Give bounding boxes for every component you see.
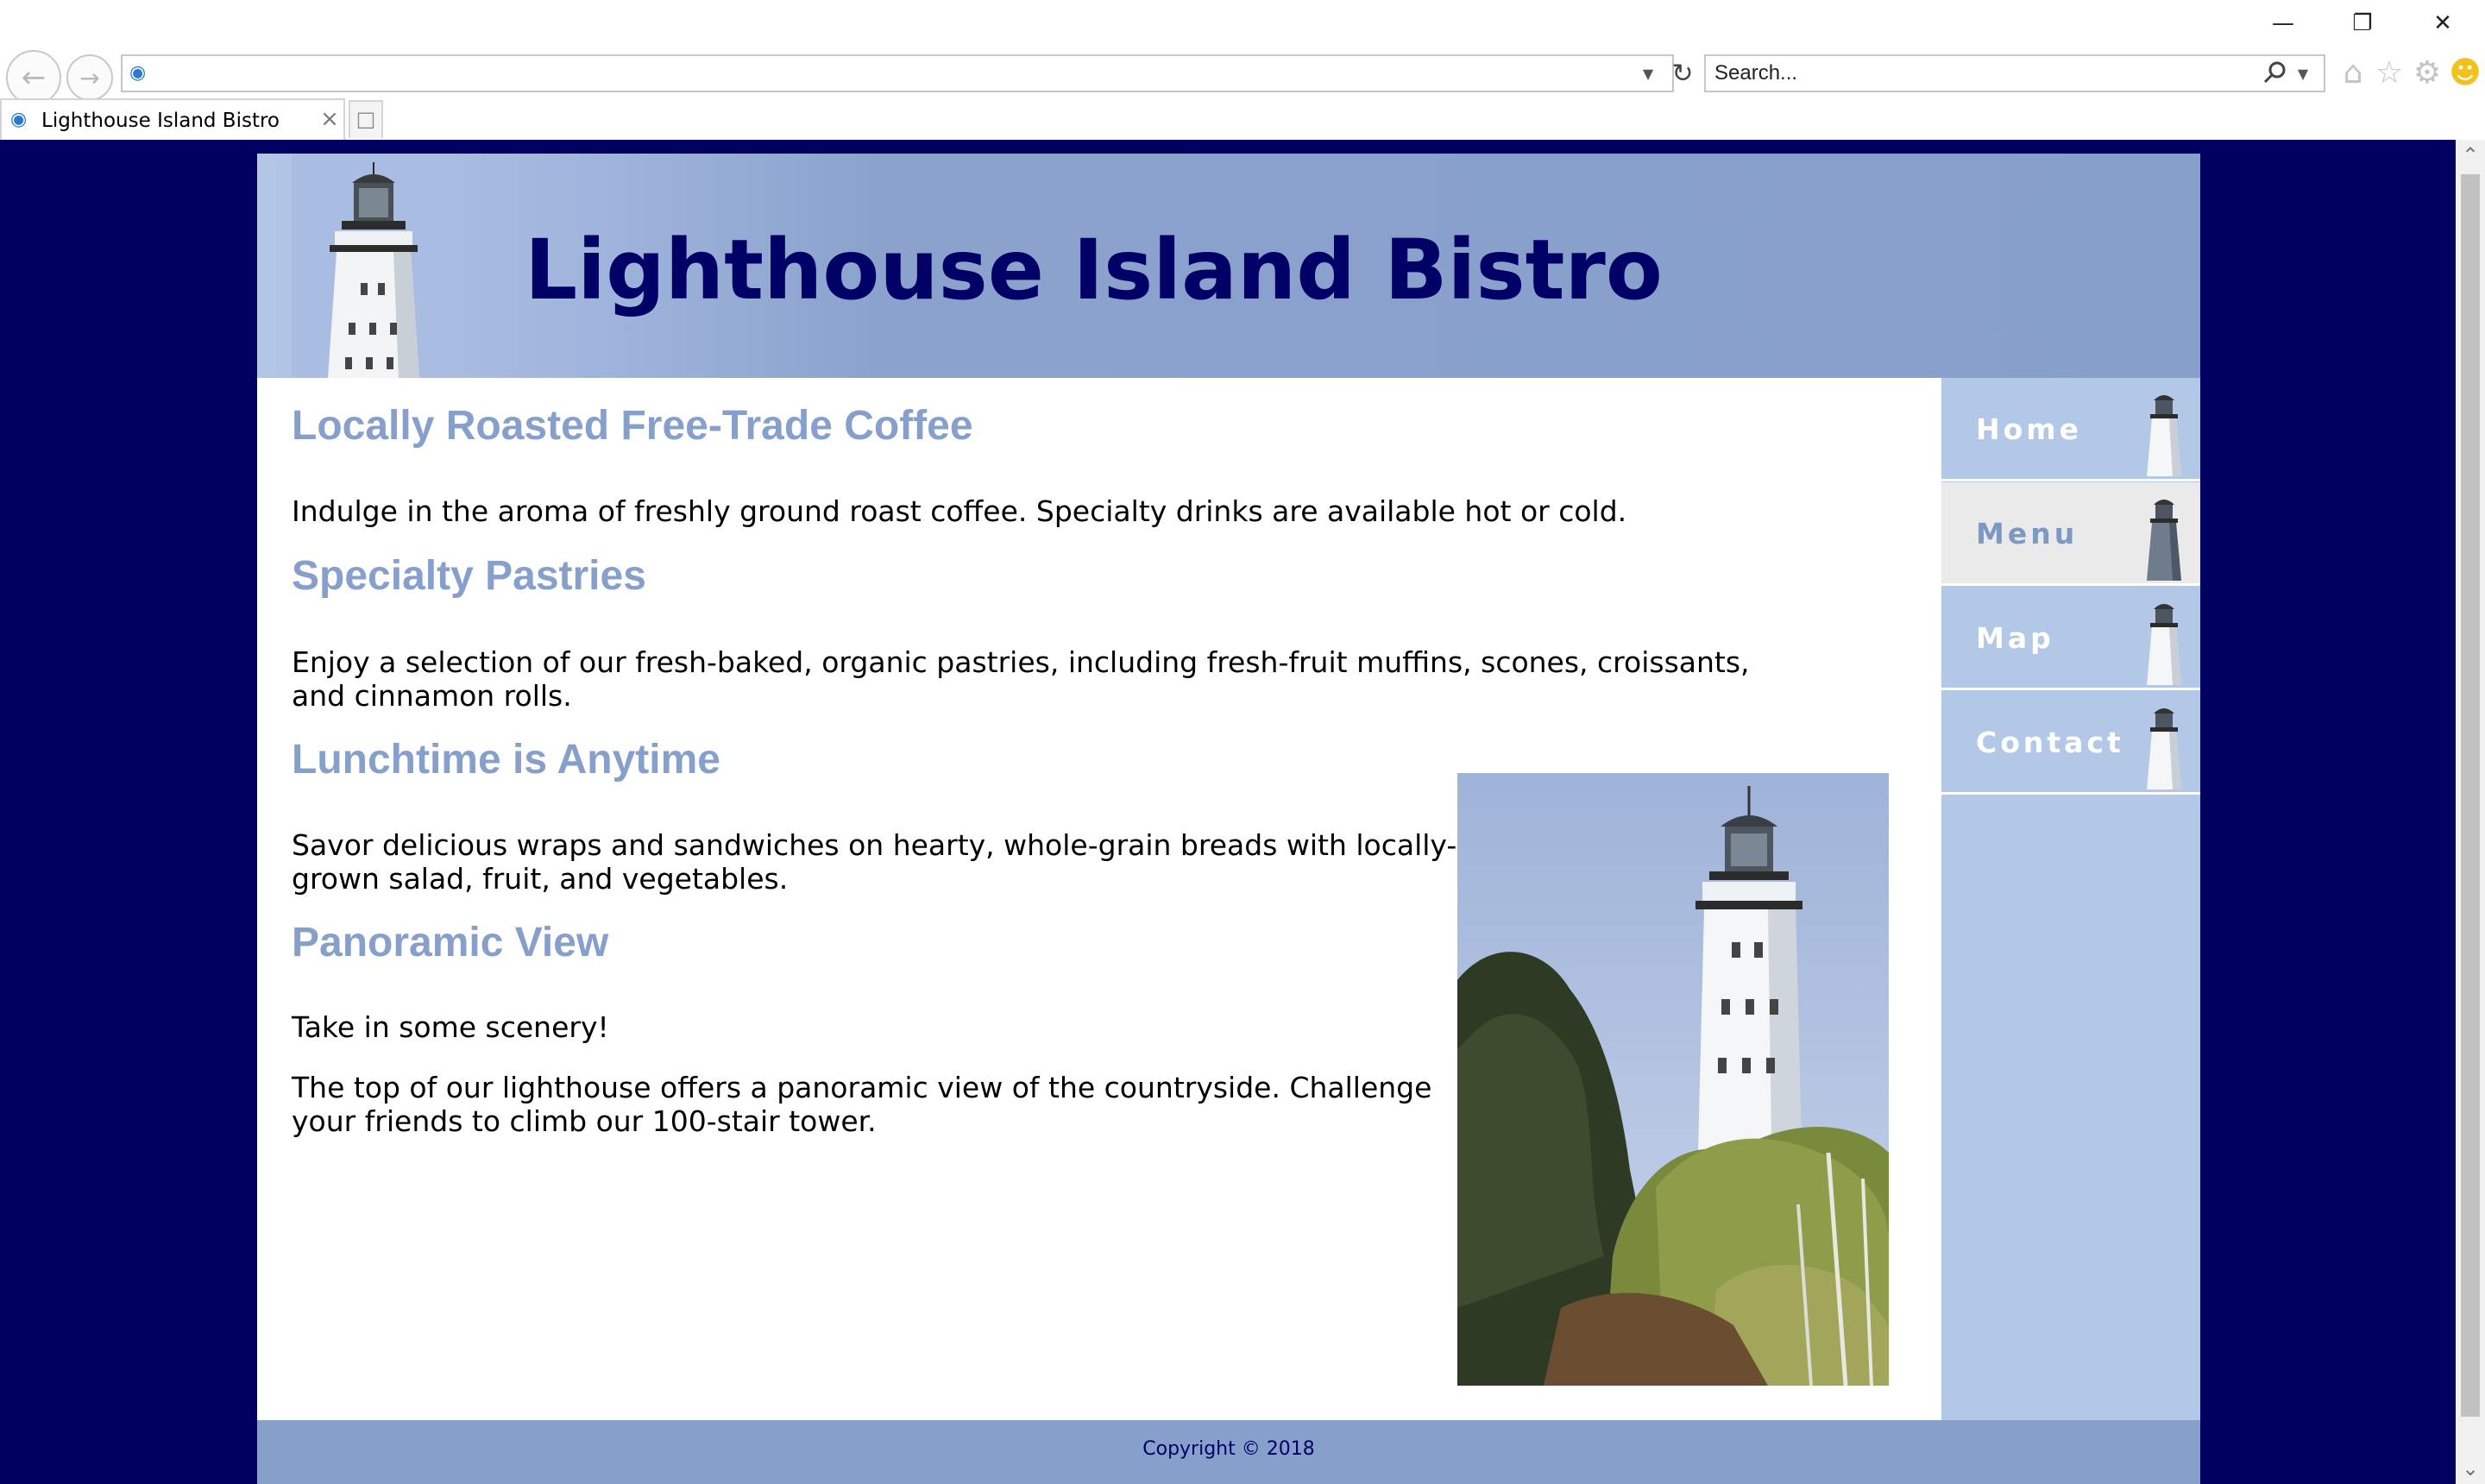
lighthouse-nav-icon — [2147, 604, 2181, 685]
ie-icon: ◉ — [129, 62, 147, 84]
favorites-icon[interactable]: ☆ — [2371, 55, 2407, 91]
lighthouse-nav-icon — [2147, 500, 2181, 581]
section-text-view-intro: Take in some scenery! — [292, 1010, 609, 1044]
page-wrapper: Lighthouse Island Bistro Locally Roasted… — [257, 154, 2200, 1484]
lighthouse-photo — [1457, 773, 1889, 1386]
sidebar-nav: Home Menu Map Contact — [1941, 378, 2200, 1420]
search-input[interactable] — [1714, 56, 2232, 91]
nav-item-label[interactable]: Contact — [1976, 724, 2124, 762]
section-heading-coffee: Locally Roasted Free-Trade Coffee — [292, 403, 973, 449]
refresh-icon[interactable]: ↻ — [1665, 57, 1700, 91]
search-box[interactable]: ▼ — [1704, 54, 2325, 92]
section-text-pastries: Enjoy a selection of our fresh-baked, or… — [292, 645, 1750, 713]
gear-icon[interactable]: ⚙ — [2409, 55, 2445, 91]
section-heading-view: Panoramic View — [292, 920, 609, 965]
copyright-text: Copyright © 2018 — [1142, 1438, 1315, 1460]
search-icon[interactable] — [2262, 60, 2288, 85]
smiley-icon[interactable]: ☻ — [2447, 55, 2483, 91]
back-button[interactable]: ← — [6, 50, 61, 105]
search-dropdown-icon[interactable]: ▼ — [2293, 64, 2313, 85]
tab-title: Lighthouse Island Bistro — [41, 110, 280, 132]
lighthouse-nav-icon — [2147, 708, 2181, 789]
home-icon[interactable]: ⌂ — [2335, 55, 2371, 91]
forward-icon: → — [79, 63, 100, 92]
ie-icon: ◉ — [10, 109, 28, 130]
vertical-scrollbar[interactable]: ⌃ ⌄ — [2456, 140, 2485, 1484]
nav-item-home[interactable]: Home — [1941, 378, 2200, 481]
minimize-button[interactable]: — — [2253, 5, 2313, 41]
address-bar[interactable]: ◉ ▼ — [121, 54, 1674, 92]
forward-button[interactable]: → — [66, 54, 113, 101]
nav-item-menu[interactable]: Menu — [1941, 482, 2200, 586]
restore-button[interactable]: ❐ — [2332, 5, 2393, 41]
page-title: Lighthouse Island Bistro — [525, 222, 1663, 318]
section-heading-lunch: Lunchtime is Anytime — [292, 737, 720, 783]
section-text-lunch: Savor delicious wraps and sandwiches on … — [292, 828, 1457, 896]
nav-item-contact[interactable]: Contact — [1941, 691, 2200, 795]
nav-item-map[interactable]: Map — [1941, 587, 2200, 690]
lighthouse-banner-image — [292, 154, 456, 378]
tab-lighthouse-island-bistro[interactable]: ◉ Lighthouse Island Bistro × — [0, 98, 345, 140]
scroll-up-icon[interactable]: ⌃ — [2456, 140, 2485, 171]
scroll-down-icon[interactable]: ⌄ — [2456, 1453, 2485, 1484]
main-content: Locally Roasted Free-Trade Coffee Indulg… — [257, 378, 1941, 1420]
scroll-thumb[interactable] — [2461, 174, 2480, 1417]
browser-chrome: — ❐ ✕ ← → ◉ ▼ ↻ ▼ ⌂ ☆ ⚙ ☻ ◉ Lighthouse I… — [0, 0, 2485, 140]
lighthouse-nav-icon — [2147, 395, 2181, 476]
close-icon[interactable]: × — [318, 107, 342, 131]
address-dropdown-icon[interactable]: ▼ — [1638, 64, 1658, 85]
new-tab-icon[interactable]: □ — [349, 100, 383, 138]
back-icon: ← — [21, 60, 47, 95]
section-heading-pastries: Specialty Pastries — [292, 553, 646, 599]
section-text-coffee: Indulge in the aroma of freshly ground r… — [292, 494, 1627, 528]
site-footer: Copyright © 2018 — [257, 1420, 2200, 1484]
section-text-view-detail: The top of our lighthouse offers a panor… — [292, 1071, 1432, 1138]
nav-item-label[interactable]: Home — [1976, 411, 2082, 449]
nav-item-label[interactable]: Menu — [1976, 515, 2078, 553]
site-header: Lighthouse Island Bistro — [257, 154, 2200, 378]
nav-item-label[interactable]: Map — [1976, 619, 2054, 657]
close-window-button[interactable]: ✕ — [2413, 5, 2473, 41]
